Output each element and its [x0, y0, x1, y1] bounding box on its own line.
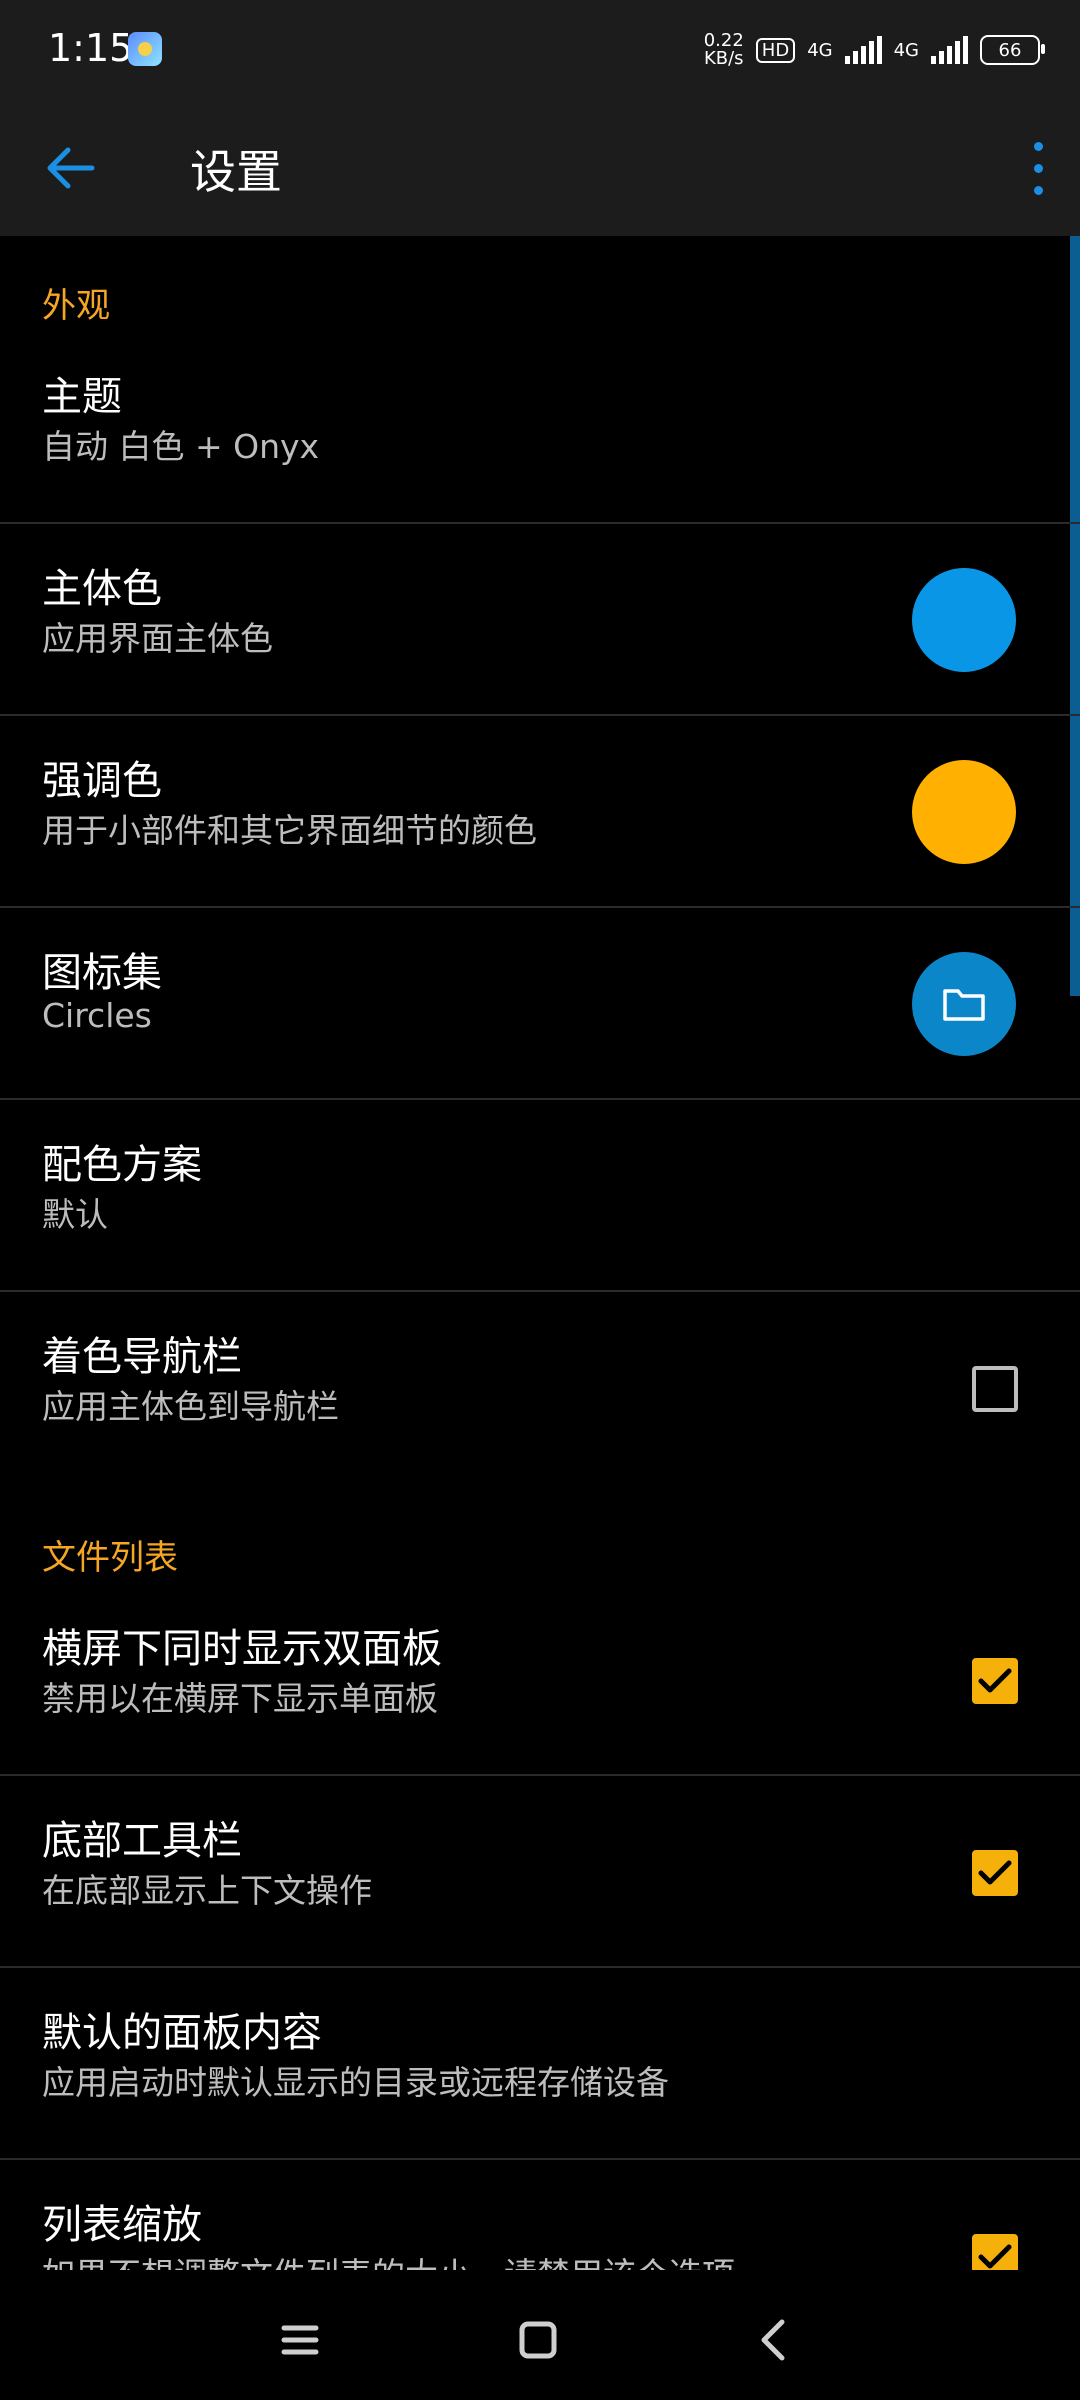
status-indicators: 0.22 KB/s HD 4G 4G 66: [704, 28, 1045, 72]
setting-list-zoom[interactable]: 列表缩放 如果不想调整文件列表的大小，请禁用该个选项: [0, 2160, 1080, 2270]
setting-accent-color[interactable]: 强调色 用于小部件和其它界面细节的颜色: [0, 716, 1080, 908]
setting-title: 横屏下同时显示双面板: [42, 1626, 442, 1672]
check-icon: [978, 1668, 1012, 1693]
hd-voice-icon: HD: [755, 37, 796, 63]
setting-subtitle: 用于小部件和其它界面细节的颜色: [42, 811, 537, 850]
setting-title: 配色方案: [42, 1142, 202, 1188]
setting-title: 主体色: [42, 566, 162, 612]
status-bar: 1:15 0.22 KB/s HD 4G 4G 66: [0, 0, 1080, 100]
gallery-notification-icon: [128, 32, 162, 66]
setting-subtitle: 应用界面主体色: [42, 619, 273, 658]
colored-navbar-checkbox[interactable]: [972, 1366, 1018, 1412]
setting-title: 默认的面板内容: [42, 2010, 322, 2056]
back-arrow-icon[interactable]: [44, 140, 104, 196]
setting-title: 图标集: [42, 950, 162, 996]
dual-pane-checkbox[interactable]: [972, 1658, 1018, 1704]
menu-icon[interactable]: [270, 2310, 330, 2370]
more-options-icon[interactable]: [1018, 136, 1058, 200]
status-time: 1:15: [48, 26, 134, 70]
signal-icon: [931, 36, 968, 64]
setting-color-scheme[interactable]: 配色方案 默认: [0, 1100, 1080, 1292]
setting-subtitle: Circles: [42, 996, 152, 1035]
setting-icon-set[interactable]: 图标集 Circles: [0, 908, 1080, 1100]
section-header-appearance: 外观: [42, 286, 110, 326]
setting-subtitle: 在底部显示上下文操作: [42, 1871, 372, 1910]
setting-title: 着色导航栏: [42, 1334, 242, 1380]
back-icon[interactable]: [744, 2310, 804, 2370]
setting-title: 列表缩放: [42, 2202, 202, 2248]
setting-title: 强调色: [42, 758, 162, 804]
setting-subtitle: 应用主体色到导航栏: [42, 1387, 339, 1426]
setting-bottom-toolbar[interactable]: 底部工具栏 在底部显示上下文操作: [0, 1776, 1080, 1968]
page-title: 设置: [190, 145, 282, 199]
check-icon: [978, 2244, 1012, 2269]
setting-title: 主题: [42, 374, 122, 420]
home-icon[interactable]: [508, 2310, 568, 2370]
bottom-toolbar-checkbox[interactable]: [972, 1850, 1018, 1896]
network-type-1: 4G: [807, 39, 833, 61]
signal-icon: [844, 36, 882, 64]
check-icon: [978, 1860, 1012, 1885]
accent-color-swatch[interactable]: [912, 760, 1016, 864]
network-speed: 0.22 KB/s: [704, 32, 744, 68]
setting-theme[interactable]: 主题 自动 白色 + Onyx: [0, 332, 1080, 524]
list-zoom-checkbox[interactable]: [972, 2234, 1018, 2270]
primary-color-swatch[interactable]: [912, 568, 1016, 672]
icon-set-preview[interactable]: [912, 952, 1016, 1056]
setting-subtitle: 自动 白色 + Onyx: [42, 427, 320, 466]
setting-default-pane-content[interactable]: 默认的面板内容 应用启动时默认显示的目录或远程存储设备: [0, 1968, 1080, 2160]
setting-subtitle: 默认: [42, 1195, 108, 1234]
setting-title: 底部工具栏: [42, 1818, 242, 1864]
section-header-file-list: 文件列表: [42, 1538, 178, 1578]
app-bar: 设置: [0, 100, 1080, 236]
setting-subtitle: 应用启动时默认显示的目录或远程存储设备: [42, 2063, 669, 2102]
system-nav-bar: [0, 2270, 1080, 2400]
setting-colored-navbar[interactable]: 着色导航栏 应用主体色到导航栏: [0, 1292, 1080, 1484]
settings-list[interactable]: 外观 主题 自动 白色 + Onyx 主体色 应用界面主体色 强调色 用于小部件…: [0, 236, 1080, 2270]
network-type-2: 4G: [893, 39, 919, 61]
network-speed-unit: KB/s: [703, 48, 744, 69]
setting-dual-pane-landscape[interactable]: 横屏下同时显示双面板 禁用以在横屏下显示单面板: [0, 1584, 1080, 1776]
setting-primary-color[interactable]: 主体色 应用界面主体色: [0, 524, 1080, 716]
battery-icon: 66: [980, 35, 1045, 65]
battery-level: 66: [998, 39, 1022, 61]
setting-subtitle: 如果不想调整文件列表的大小，请禁用该个选项: [42, 2248, 735, 2270]
folder-icon: [943, 989, 985, 1021]
setting-subtitle: 禁用以在横屏下显示单面板: [42, 1679, 438, 1718]
